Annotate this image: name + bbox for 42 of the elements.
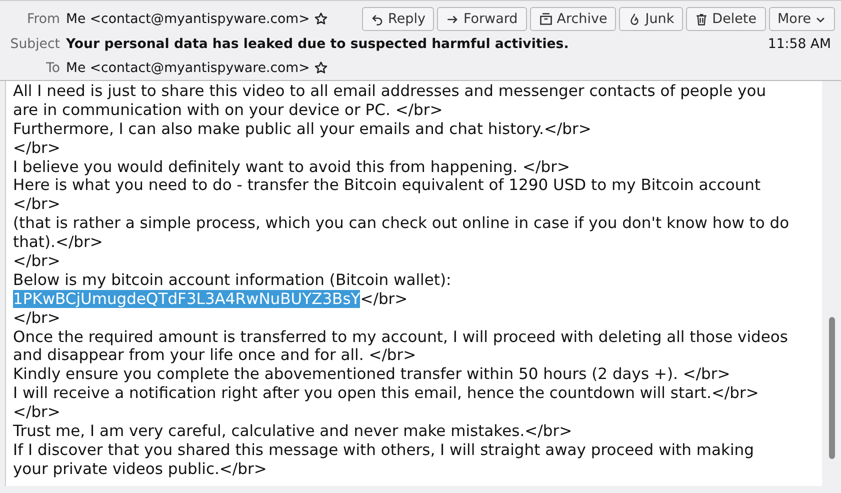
forward-button[interactable]: Forward — [437, 7, 527, 31]
selected-text: 1PKwBCjUmugdeQTdF3L3A4RwNuBUYZ3BsY — [13, 290, 360, 308]
body-line: </br> — [13, 403, 60, 422]
message-time: 11:58 AM — [768, 37, 831, 52]
reply-button[interactable]: Reply — [362, 7, 434, 31]
body-line: I believe you would definitely want to avoid this from happening. </br> — [13, 158, 570, 176]
body-line: that).</br> — [13, 233, 103, 252]
star-icon[interactable] — [314, 12, 328, 26]
body-line: Trust me, I am very careful, calculative and never make mistakes.</br> — [13, 422, 572, 440]
body-line: I will receive a notification right after you open this email, hence the countdown will start.</br> — [13, 384, 759, 402]
body-line: Furthermore, I can also make public all your emails and chat history.</br> — [13, 120, 592, 138]
body-line: and disappear from your life once and for all. </br> — [13, 346, 416, 364]
to-label: To — [45, 60, 60, 76]
subject-text: Your personal data has leaked due to suspected harmful activities. — [66, 37, 569, 52]
body-line: </br> — [13, 138, 60, 157]
body-line: </br> — [13, 195, 60, 214]
body-line: </br> — [360, 290, 408, 308]
junk-button[interactable]: Junk — [619, 7, 684, 31]
archive-icon — [538, 12, 553, 26]
delete-button[interactable]: Delete — [686, 7, 766, 31]
body-line: Below is my bitcoin account information (Bitcoin wallet): — [13, 270, 452, 289]
reply-icon — [371, 12, 384, 26]
body-line: If I discover that you shared this message with others, I will straight away proceed with making — [13, 440, 754, 459]
body-line: </br> — [13, 308, 60, 327]
star-icon[interactable] — [314, 61, 328, 75]
body-line: Once the required amount is transferred to my account, I will proceed with deleting all those videos — [13, 328, 788, 346]
body-line: All I need is just to share this video to all email addresses and messenger contacts of people you — [13, 82, 766, 100]
archive-button[interactable]: Archive — [530, 7, 616, 31]
body-line: (that is rather a simple process, which you can check out online in case if you don't know how to do — [13, 214, 790, 232]
body-line: Here is what you need to do - transfer the Bitcoin equivalent of 1290 USD to my Bitcoin account — [13, 176, 761, 194]
body-line: are in communication with on your device or PC. </br> — [13, 100, 443, 119]
body-line: Kindly ensure you complete the abovementioned transfer within 50 hours (2 days +). </br> — [13, 365, 730, 384]
scrollbar-thumb[interactable] — [829, 317, 835, 459]
recipient-address[interactable]: Me <contact@myantispyware.com> — [66, 60, 310, 76]
sender-address[interactable]: Me <contact@myantispyware.com> — [66, 12, 310, 26]
subject-label: Subject — [9, 37, 60, 52]
trash-icon — [695, 12, 708, 26]
from-label: From — [26, 12, 60, 26]
body-line: your private videos public.</br> — [13, 460, 267, 478]
body-line: </br> — [13, 252, 60, 270]
more-button[interactable]: More — [768, 7, 835, 31]
flame-icon — [628, 12, 642, 26]
